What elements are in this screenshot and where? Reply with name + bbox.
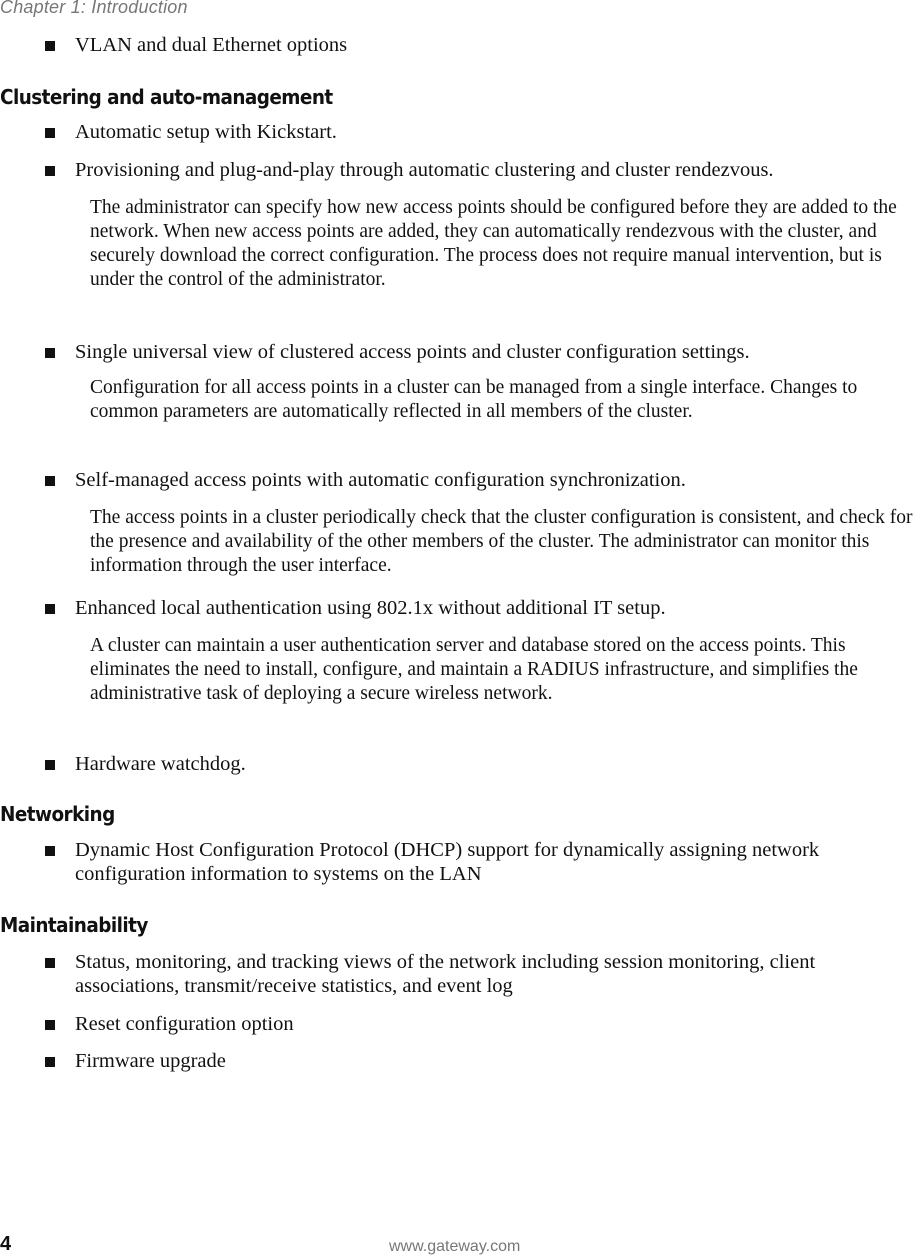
list-item-text: Reset configuration option (75, 1013, 294, 1035)
list-item-detail: The administrator can specify how new ac… (90, 197, 897, 290)
page-number: 4 (0, 1233, 12, 1255)
square-bullet-icon (45, 166, 55, 176)
list-item-text: Enhanced local authentication using 802.… (75, 597, 666, 619)
square-bullet-icon (45, 476, 55, 486)
list-item-detail: The access points in a cluster periodica… (90, 507, 913, 576)
square-bullet-icon (45, 348, 55, 358)
list-item-text: Self-managed access points with automati… (75, 469, 686, 491)
list-item-text: Single universal view of clustered acces… (75, 341, 750, 363)
section-heading-maintainability: Maintainability (0, 913, 148, 937)
square-bullet-icon (45, 128, 55, 138)
section-heading-clustering: Clustering and auto-management (0, 85, 333, 109)
list-item-text: Provisioning and plug-and-play through a… (75, 159, 774, 181)
list-item-text: Dynamic Host Configuration Protocol (DHC… (75, 839, 820, 885)
square-bullet-icon (45, 846, 55, 856)
square-bullet-icon (45, 958, 55, 968)
list-item-detail: A cluster can maintain a user authentica… (90, 635, 858, 704)
list-item-text: Automatic setup with Kickstart. (75, 121, 337, 143)
square-bullet-icon (45, 604, 55, 614)
list-item-text: VLAN and dual Ethernet options (75, 34, 348, 56)
list-item-text: Hardware watchdog. (75, 753, 246, 775)
list-item-text: Firmware upgrade (75, 1050, 226, 1072)
square-bullet-icon (45, 1057, 55, 1067)
square-bullet-icon (45, 41, 55, 51)
footer-url[interactable]: www.gateway.com (389, 1238, 520, 1256)
list-item-text: Status, monitoring, and tracking views o… (75, 951, 816, 997)
list-item-detail: Configuration for all access points in a… (90, 377, 858, 422)
section-heading-networking: Networking (0, 802, 115, 826)
running-head: Chapter 1: Introduction (0, 0, 188, 17)
square-bullet-icon (45, 760, 55, 770)
square-bullet-icon (45, 1020, 55, 1030)
